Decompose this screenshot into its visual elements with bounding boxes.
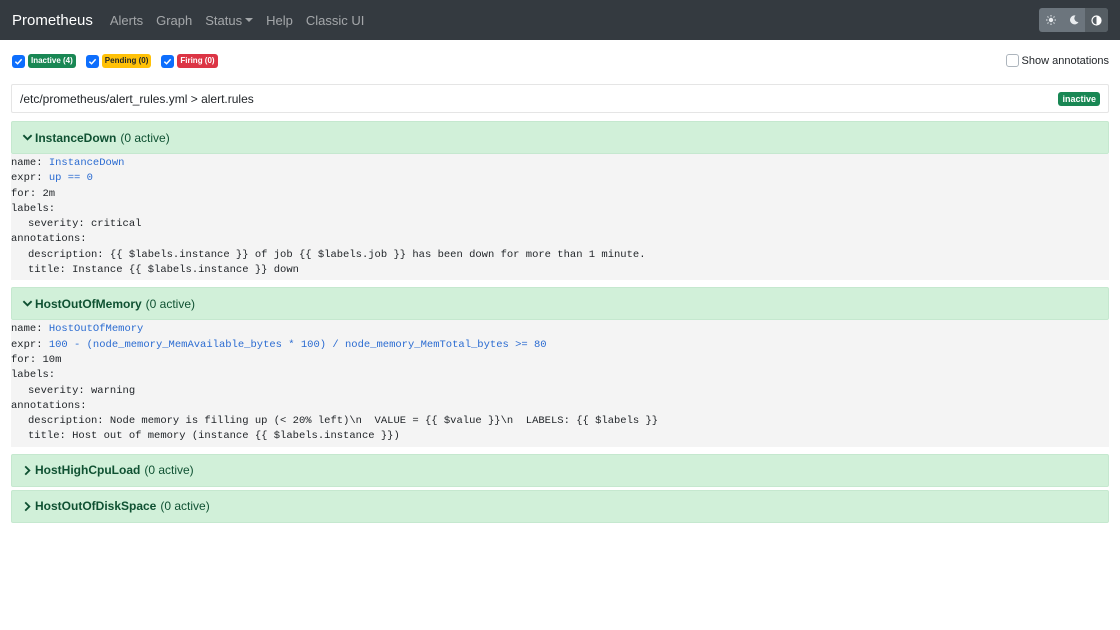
rule-header-hosthighcpuload[interactable]: HostHighCpuLoad (0 active) xyxy=(11,453,1109,487)
chevron-down-icon xyxy=(22,300,33,308)
alert-rule-list: InstanceDown (0 active) name: InstanceDo… xyxy=(11,121,1109,523)
rule-name: HostOutOfDiskSpace xyxy=(35,499,157,514)
group-state-badge: inactive xyxy=(1058,91,1100,106)
rule-name: HostHighCpuLoad xyxy=(35,463,141,478)
rule-line-labels: labels: xyxy=(11,369,56,382)
rule-active-count: (0 active) xyxy=(120,130,170,145)
rule-label-severity: severity: critical xyxy=(28,218,142,231)
check-icon xyxy=(14,58,23,65)
key-expr: expr: xyxy=(11,338,43,351)
key-name: name: xyxy=(11,323,43,336)
checkbox-inactive[interactable] xyxy=(12,54,25,68)
nav-graph[interactable]: Graph xyxy=(156,13,192,28)
nav-status-label: Status xyxy=(205,12,243,28)
value-name: InstanceDown xyxy=(48,157,125,169)
rule-header-hostoutofmemory[interactable]: HostOutOfMemory (0 active) xyxy=(11,287,1109,321)
contrast-icon[interactable] xyxy=(1085,8,1108,32)
rule-line-expr: expr: 100 - (node_memory_MemAvailable_by… xyxy=(11,338,1109,353)
filter-firing[interactable]: Firing (0) xyxy=(161,54,218,68)
rule-annotation-description: description: {{ $labels.instance }} of j… xyxy=(28,248,646,261)
value-expr: up == 0 xyxy=(48,172,93,185)
rule-line-for: for: 10m xyxy=(11,353,62,366)
rule-annotation-title: title: Host out of memory (instance {{ $… xyxy=(28,430,400,443)
rule-active-count: (0 active) xyxy=(145,296,196,311)
checkbox-firing[interactable] xyxy=(161,54,175,68)
rule-name: InstanceDown xyxy=(35,130,117,145)
rule-file-header: /etc/prometheus/alert_rules.yml > alert.… xyxy=(11,84,1109,113)
value-expr: 100 - (node_memory_MemAvailable_bytes * … xyxy=(48,338,547,351)
badge-inactive: Inactive (4) xyxy=(28,54,76,68)
top-navbar: Prometheus Alerts Graph Status Help Clas… xyxy=(0,0,1120,40)
rule-active-count: (0 active) xyxy=(160,499,210,514)
rule-definition: name: HostOutOfMemory expr: 100 - (node_… xyxy=(11,320,1109,447)
rule-line-annotations: annotations: xyxy=(11,233,87,246)
show-annotations-label: Show annotations xyxy=(1021,54,1109,67)
rule-header-instancedown[interactable]: InstanceDown (0 active) xyxy=(11,121,1109,154)
rule-annotation-title: title: Instance {{ $labels.instance }} d… xyxy=(28,264,299,277)
nav-alerts[interactable]: Alerts xyxy=(110,13,143,28)
rule-line-for: for: 2m xyxy=(11,187,56,200)
rule-name: HostOutOfMemory xyxy=(35,296,142,311)
rule-annotation-description: description: Node memory is filling up (… xyxy=(28,415,659,428)
rule-file-path: /etc/prometheus/alert_rules.yml > alert.… xyxy=(20,91,254,106)
rule-line-name: name: InstanceDown xyxy=(11,156,1109,171)
value-name: HostOutOfMemory xyxy=(48,323,144,336)
checkbox-pending[interactable] xyxy=(85,54,99,68)
show-annotations-checkbox[interactable] xyxy=(1005,54,1019,67)
rule-header-hostoutofdiskspace[interactable]: HostOutOfDiskSpace (0 active) xyxy=(11,489,1109,523)
nav-status[interactable]: Status xyxy=(205,12,254,28)
badge-pending: Pending (0) xyxy=(101,54,152,68)
moon-icon[interactable] xyxy=(1062,8,1085,32)
rule-line-name: name: HostOutOfMemory xyxy=(11,322,1109,337)
chevron-down-icon xyxy=(22,134,33,141)
rule-line-expr: expr: up == 0 xyxy=(11,171,1109,186)
filter-pending[interactable]: Pending (0) xyxy=(85,54,152,68)
nav-classic-ui[interactable]: Classic UI xyxy=(306,13,365,28)
chevron-right-icon xyxy=(24,465,31,476)
theme-toggle-group xyxy=(1039,8,1108,32)
key-name: name: xyxy=(11,157,43,169)
state-filters: Inactive (4) Pending (0) Firing (0) xyxy=(12,54,228,68)
rule-label-severity: severity: warning xyxy=(28,384,136,397)
check-icon xyxy=(164,58,172,65)
check-icon xyxy=(88,58,96,65)
badge-firing: Firing (0) xyxy=(177,54,218,68)
filter-inactive[interactable]: Inactive (4) xyxy=(12,54,76,68)
caret-down-icon xyxy=(245,18,254,22)
rule-line-labels: labels: xyxy=(11,202,56,215)
rule-line-annotations: annotations: xyxy=(11,399,87,412)
rule-definition: name: InstanceDown expr: up == 0 for: 2m… xyxy=(11,154,1109,281)
sun-icon[interactable] xyxy=(1039,8,1062,32)
chevron-right-icon xyxy=(24,501,31,512)
show-annotations-toggle[interactable]: Show annotations xyxy=(1005,54,1109,67)
rule-active-count: (0 active) xyxy=(144,463,194,478)
key-expr: expr: xyxy=(11,172,43,185)
brand-link[interactable]: Prometheus xyxy=(12,12,93,29)
nav-help[interactable]: Help xyxy=(266,13,293,28)
